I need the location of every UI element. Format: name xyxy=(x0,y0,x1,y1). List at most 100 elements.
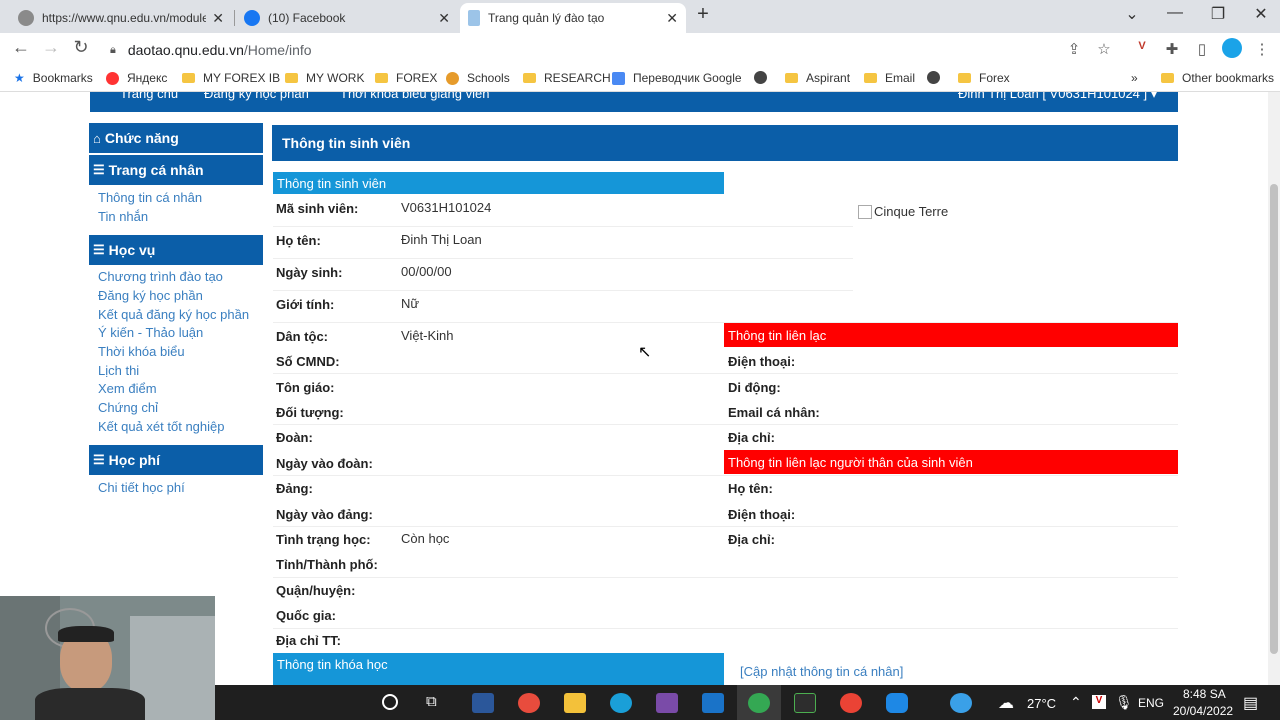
search-icon[interactable] xyxy=(382,694,398,710)
yandex-icon xyxy=(106,71,119,85)
reload-icon[interactable]: ↻ xyxy=(66,37,96,58)
close-window-icon[interactable]: ✕ xyxy=(1246,4,1276,24)
chrome-icon[interactable] xyxy=(748,693,770,713)
label-relative-dia-chi: Địa chỉ: xyxy=(728,532,775,547)
section-header-contact: Thông tin liên lạc xyxy=(724,323,1178,347)
sidebar-link-dang-ky-hoc-phan[interactable]: Đăng ký học phần xyxy=(98,288,203,303)
maximize-icon[interactable]: ❐ xyxy=(1203,4,1233,24)
bookmark-my-work[interactable]: MY WORK xyxy=(285,71,364,85)
bookmark-research[interactable]: RESEARCH xyxy=(523,71,611,85)
bookmark-label: Forex xyxy=(979,71,1010,85)
user-menu[interactable]: Đinh Thị Loan [ V0631H101024 ] ▾ xyxy=(958,92,1157,102)
bookmark-yandex[interactable]: Яндекс xyxy=(106,71,167,85)
tab-search-icon[interactable]: ⌄ xyxy=(1117,4,1147,24)
save-app-icon[interactable] xyxy=(656,693,678,713)
share-icon[interactable]: ⇪ xyxy=(1064,40,1084,58)
trading-app-icon[interactable] xyxy=(794,693,816,713)
sidebar-link-chuong-trinh-dao-tao[interactable]: Chương trình đào tạo xyxy=(98,269,223,284)
show-hidden-icons[interactable]: ⌃ xyxy=(1070,694,1082,711)
edge-icon[interactable] xyxy=(610,693,632,713)
vn-extension-icon[interactable]: V xyxy=(1132,40,1152,52)
scrollbar-thumb[interactable] xyxy=(1270,184,1278,654)
menu-trang-chu[interactable]: Trang chủ xyxy=(120,92,178,101)
sidebar-link-ket-qua-dang-ky[interactable]: Kết quả đăng ký học phần xyxy=(98,307,249,322)
page-favicon-icon xyxy=(468,10,480,26)
bookmark-forex[interactable]: FOREX xyxy=(375,71,437,85)
temperature[interactable]: 27°C xyxy=(1027,696,1056,711)
help-icon[interactable] xyxy=(950,693,972,713)
clock-date[interactable]: 20/04/2022 xyxy=(1173,704,1233,718)
app-icon[interactable] xyxy=(518,693,540,713)
bookmark-label: FOREX xyxy=(396,71,438,85)
address-bar[interactable]: 🔒︎ daotao.qnu.edu.vn/Home/info xyxy=(110,37,1060,63)
menu-dang-ky-hoc-phan[interactable]: Đăng ký học phần xyxy=(204,92,309,101)
label-relative-dien-thoai: Điện thoại: xyxy=(728,507,796,522)
value-ma-sinh-vien: V0631H101024 xyxy=(401,200,492,215)
file-explorer-icon[interactable] xyxy=(564,693,586,713)
label-gioi-tinh: Giới tính: xyxy=(276,297,335,312)
task-view-icon[interactable]: ⧉ xyxy=(426,693,437,710)
word-icon[interactable] xyxy=(472,693,494,713)
close-tab-icon[interactable]: ✕ xyxy=(438,10,450,27)
sidebar-link-chi-tiet-hoc-phi[interactable]: Chi tiết học phí xyxy=(98,480,185,495)
sidebar-link-ket-qua-tot-nghiep[interactable]: Kết quả xét tốt nghiệp xyxy=(98,419,224,434)
minimize-icon[interactable]: — xyxy=(1160,4,1190,22)
menu-icon[interactable]: ⋮ xyxy=(1252,40,1272,58)
forward-icon[interactable]: → xyxy=(36,37,66,58)
browser-tab-bar: https://www.qnu.edu.vn/module ✕ (10) Fac… xyxy=(0,0,1280,33)
bookmark-email[interactable]: Email xyxy=(864,71,915,85)
mail-icon[interactable] xyxy=(702,693,724,713)
language-indicator[interactable]: ENG xyxy=(1138,696,1164,710)
zalo-icon[interactable] xyxy=(886,693,908,713)
tab-title: Trang quản lý đào tạo xyxy=(488,11,605,25)
folder-icon xyxy=(285,73,298,83)
clock-time[interactable]: 8:48 SA xyxy=(1183,687,1226,701)
notifications-icon[interactable]: ▤ xyxy=(1243,693,1258,713)
label-ngay-sinh: Ngày sinh: xyxy=(276,265,343,280)
bookmarks-overflow-button[interactable]: » xyxy=(1131,71,1138,85)
page-title: Thông tin sinh viên xyxy=(272,125,1178,161)
sidebar-link-thong-tin-ca-nhan[interactable]: Thông tin cá nhân xyxy=(98,190,202,205)
bookmark-star-icon[interactable]: ☆ xyxy=(1094,40,1114,58)
bookmark-globe-2[interactable] xyxy=(927,71,948,84)
bookmark-globe-1[interactable] xyxy=(754,71,775,84)
bookmark-my-forex-ib[interactable]: MY FOREX IB xyxy=(182,71,280,85)
section-header-student: Thông tin sinh viên xyxy=(273,172,724,194)
label-ton-giao: Tôn giáo: xyxy=(276,380,335,395)
label-tinh-trang-hoc: Tình trạng học: xyxy=(276,532,371,547)
profile-avatar[interactable] xyxy=(1222,38,1242,58)
sidebar-link-lich-thi[interactable]: Lịch thi xyxy=(98,363,139,378)
sidebar-heading: Học vụ xyxy=(108,242,156,258)
bookmark-aspirant[interactable]: Aspirant xyxy=(785,71,850,85)
sidebar-link-chung-chi[interactable]: Chứng chỉ xyxy=(98,400,158,415)
bookmark-forex-2[interactable]: Forex xyxy=(958,71,1010,85)
close-tab-icon[interactable]: ✕ xyxy=(666,10,678,27)
facebook-favicon-icon xyxy=(244,10,260,26)
tab-facebook[interactable]: (10) Facebook ✕ xyxy=(236,3,458,33)
bookmark-label: Bookmarks xyxy=(32,71,93,85)
sidebar-link-tin-nhan[interactable]: Tin nhắn xyxy=(98,209,148,224)
extensions-icon[interactable]: ✚ xyxy=(1162,40,1182,58)
back-icon[interactable]: ← xyxy=(6,37,36,58)
chevron-more-icon: » xyxy=(1131,71,1138,85)
menu-thoi-khoa-bieu[interactable]: Thời khóa biểu giảng viên xyxy=(340,92,489,101)
sidebar-link-thoi-khoa-bieu[interactable]: Thời khóa biểu xyxy=(98,344,185,359)
page-scrollbar[interactable] xyxy=(1268,92,1280,685)
chrome-profile-icon[interactable] xyxy=(840,693,862,713)
close-tab-icon[interactable]: ✕ xyxy=(212,10,224,27)
tab-qnu[interactable]: https://www.qnu.edu.vn/module ✕ xyxy=(10,3,232,33)
sidebar-link-xem-diem[interactable]: Xem điểm xyxy=(98,381,157,396)
sidebar-link-y-kien[interactable]: Ý kiến - Thảo luận xyxy=(98,325,203,340)
sidebar-hoc-phi: ☰ Học phí xyxy=(89,445,263,475)
side-panel-icon[interactable]: ▯ xyxy=(1192,40,1212,58)
folder-icon xyxy=(182,73,195,83)
microphone-icon[interactable]: 🎙︎ xyxy=(1115,694,1133,711)
bookmark-google-translate[interactable]: Переводчик Google xyxy=(612,71,742,85)
update-profile-link[interactable]: [Cập nhật thông tin cá nhân] xyxy=(740,664,903,679)
bookmark-schools[interactable]: Schools xyxy=(446,71,510,85)
new-tab-button[interactable]: + xyxy=(688,3,718,26)
tab-trang-quan-ly[interactable]: Trang quản lý đào tạo ✕ xyxy=(460,3,686,33)
vn-keyboard-icon[interactable]: V xyxy=(1092,695,1106,709)
bookmarks-manager[interactable]: ★ Bookmarks xyxy=(14,71,93,85)
other-bookmarks[interactable]: Other bookmarks xyxy=(1161,71,1274,85)
